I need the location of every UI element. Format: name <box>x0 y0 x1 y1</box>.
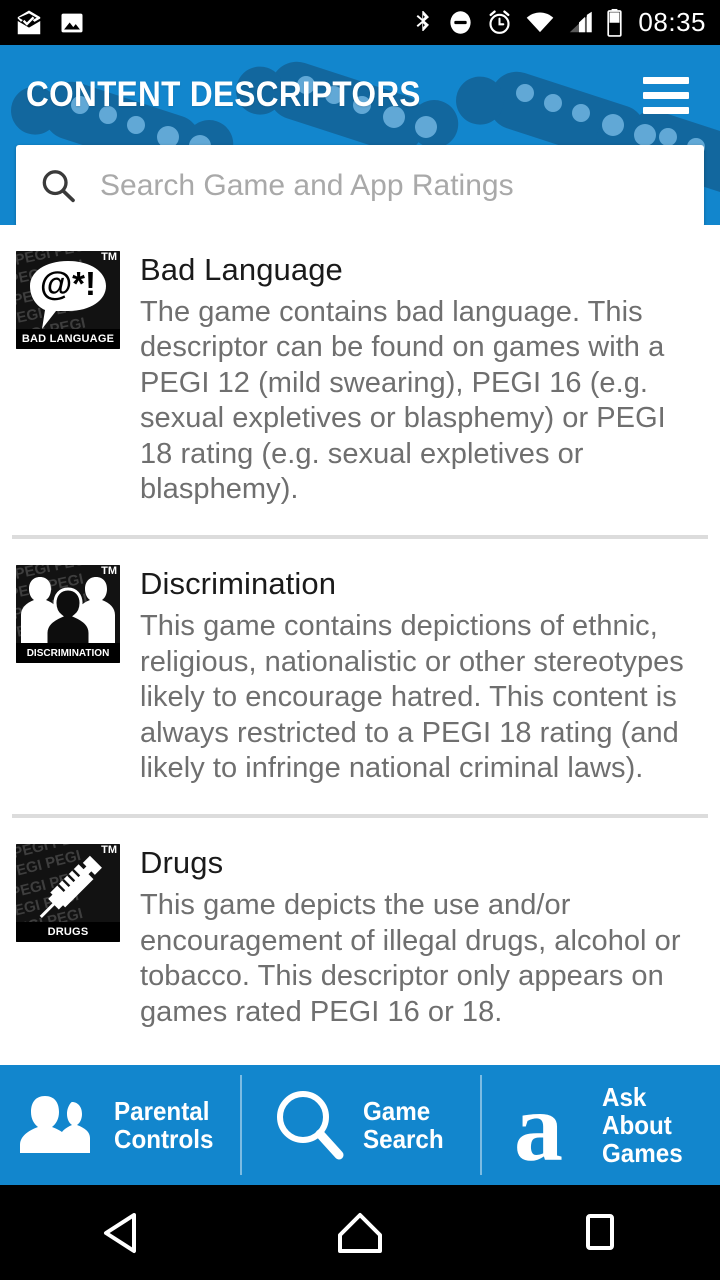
android-navigation-bar <box>0 1185 720 1280</box>
badge-caption: BAD LANGUAGE <box>16 329 120 349</box>
image-icon <box>61 13 83 32</box>
list-item-text: Drugs This game depicts the use and/or e… <box>120 844 696 1030</box>
search-icon <box>42 170 75 203</box>
descriptor-list[interactable]: PEGI PEGI PEGI PEGI PEGI PEGI PEGI PEGI … <box>0 225 720 1065</box>
list-item[interactable]: PEGI PEGI PEGI PEGI PEGI PEGI PEGI PEGI … <box>0 818 720 1030</box>
svg-text:@*!: @*! <box>40 265 96 302</box>
hamburger-bar <box>643 91 689 99</box>
search-input[interactable] <box>100 156 682 216</box>
trademark-mark: TM <box>101 565 117 578</box>
bottom-nav-label-line: Game <box>362 1095 430 1126</box>
bottom-nav-label: Parental Controls <box>114 1097 213 1153</box>
bottom-nav-label-line: Games <box>601 1138 683 1169</box>
app-screen: 08:35 CONTENT DESCRIPTORS Search Game an… <box>0 0 720 1280</box>
descriptor-description: This game depicts the use and/or encoura… <box>140 889 681 1028</box>
badge-caption: DISCRIMINATION <box>16 643 120 664</box>
trademark-mark: TM <box>101 844 117 857</box>
status-bar-clock: 08:35 <box>638 7 706 37</box>
bottom-nav-game-search[interactable]: Game Search <box>240 1065 480 1185</box>
pegi-discrimination-icon: PEGI PEGI PEGI PEGI PEGI PEGI PEGI PEGI … <box>16 565 120 664</box>
list-item[interactable]: PEGI PEGI PEGI PEGI PEGI PEGI PEGI PEGI … <box>0 225 720 507</box>
back-triangle-icon[interactable] <box>60 1185 180 1280</box>
bottom-nav-parental-controls[interactable]: Parental Controls <box>0 1065 240 1185</box>
bottom-nav-label: Ask About Games <box>602 1083 683 1167</box>
descriptor-title: Drugs <box>140 845 224 881</box>
askaboutgames-a-logo: a <box>514 1082 563 1168</box>
status-bar: 08:35 <box>0 0 720 45</box>
list-item-text: Discrimination This game contains depict… <box>120 565 696 786</box>
wifi-icon <box>527 12 554 34</box>
trademark-mark: TM <box>101 251 117 263</box>
descriptor-title: Bad Language <box>140 252 343 287</box>
header-row: CONTENT DESCRIPTORS <box>0 45 720 145</box>
back-triangle-glyph <box>104 1212 136 1253</box>
do-not-disturb-icon <box>450 11 472 34</box>
mail-read-icon <box>17 10 41 34</box>
badge-caption: DRUGS <box>16 922 120 943</box>
alarm-icon <box>489 10 510 34</box>
bottom-nav-label-line: Controls <box>113 1124 213 1154</box>
battery-icon <box>607 8 623 37</box>
cellular-signal-icon <box>570 11 593 33</box>
bottom-nav-label-line: Search <box>362 1124 444 1154</box>
two-people-icon <box>19 1096 90 1153</box>
pegi-drugs-icon: PEGI PEGI PEGI PEGI PEGI PEGI PEGI PEGI … <box>16 844 120 943</box>
search-bar[interactable] <box>16 145 704 225</box>
status-bar-system-icons: 08:35 <box>411 7 706 38</box>
bottom-nav-label: Game Search <box>363 1097 444 1153</box>
descriptor-title: Discrimination <box>140 566 337 602</box>
page-title: CONTENT DESCRIPTORS <box>26 75 421 114</box>
list-item-text: Bad Language The game contains bad langu… <box>120 251 696 507</box>
bottom-nav-ask-about-games[interactable]: a Ask About Games <box>480 1065 720 1185</box>
pegi-bad-language-icon: PEGI PEGI PEGI PEGI PEGI PEGI PEGI PEGI … <box>16 251 120 349</box>
app-header: CONTENT DESCRIPTORS <box>0 45 720 225</box>
list-item[interactable]: PEGI PEGI PEGI PEGI PEGI PEGI PEGI PEGI … <box>0 539 720 786</box>
bottom-nav-label-line: Parental <box>113 1095 209 1126</box>
hamburger-bar <box>643 76 689 84</box>
bottom-nav-label-line: Ask <box>601 1081 646 1112</box>
magnifier-icon <box>276 1091 344 1160</box>
recents-square-icon[interactable] <box>540 1185 660 1280</box>
bottom-navigation: Parental Controls Game Search a Ask Abou… <box>0 1065 720 1185</box>
status-bar-notifications <box>14 8 86 38</box>
recents-glyph <box>586 1213 614 1250</box>
home-icon[interactable] <box>300 1185 420 1280</box>
hamburger-menu-icon[interactable] <box>638 71 694 119</box>
svg-text:a: a <box>514 1082 563 1168</box>
home-glyph <box>338 1212 382 1253</box>
bottom-nav-label-line: About <box>601 1109 672 1140</box>
bluetooth-icon <box>417 10 430 31</box>
descriptor-description: This game contains depictions of ethnic,… <box>140 610 684 784</box>
hamburger-bar <box>643 106 689 114</box>
descriptor-description: The game contains bad language. This des… <box>140 296 666 505</box>
